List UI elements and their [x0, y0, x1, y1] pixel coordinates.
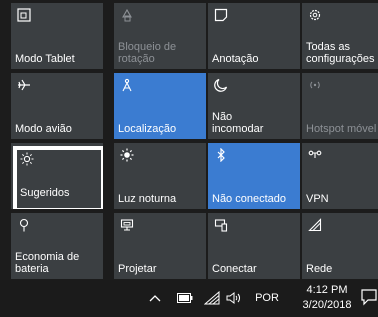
tile-mobile-hotspot[interactable]: Hotspot móvel	[302, 73, 378, 139]
tile-network[interactable]: Rede	[302, 213, 378, 279]
tablet-mode-icon	[16, 7, 32, 23]
input-language-indicator[interactable]: POR	[252, 289, 282, 307]
airplane-icon	[16, 77, 32, 93]
tile-label: VPN	[306, 193, 329, 205]
system-clock[interactable]: 4:12 PM 3/20/2018	[300, 283, 354, 313]
tile-label: Não conectado	[212, 193, 286, 205]
tile-brightness-suggested[interactable]: Sugeridos	[11, 143, 103, 209]
clock-date: 3/20/2018	[302, 299, 352, 311]
location-icon	[119, 77, 135, 93]
tile-label: Conectar	[212, 263, 257, 275]
tile-label: Todas as configurações	[306, 41, 375, 65]
tile-label: Economia de bateria	[15, 251, 80, 275]
tile-airplane-mode[interactable]: Modo avião	[11, 73, 103, 139]
notification-icon[interactable]	[360, 287, 378, 309]
taskbar: POR 4:12 PM 3/20/2018	[0, 280, 378, 317]
night-light-icon	[119, 147, 135, 163]
battery-saver-icon	[16, 217, 32, 233]
brightness-icon	[19, 151, 35, 167]
tile-project[interactable]: Projetar	[114, 213, 206, 279]
tile-label: Rede	[306, 263, 333, 275]
wifi-icon[interactable]	[203, 289, 221, 307]
tile-label: Localização	[118, 123, 177, 135]
vpn-icon	[307, 147, 323, 163]
tile-vpn[interactable]: VPN	[302, 143, 378, 209]
project-icon	[119, 217, 135, 233]
tile-location[interactable]: Localização	[114, 73, 206, 139]
tile-label: Modo Tablet	[15, 53, 75, 65]
tile-night-light[interactable]: Luz noturna	[114, 143, 206, 209]
tile-label: Projetar	[118, 263, 157, 275]
clock-time: 4:12 PM	[306, 284, 348, 296]
tile-do-not-disturb[interactable]: Não incomodar	[208, 73, 300, 139]
network-icon	[307, 217, 323, 233]
tile-label: Luz noturna	[118, 193, 177, 205]
tile-tablet-mode[interactable]: Modo Tablet	[11, 3, 103, 69]
battery-icon[interactable]	[176, 289, 194, 307]
settings-gear-icon	[307, 7, 323, 23]
tile-note[interactable]: Anotação	[208, 3, 300, 69]
tile-rotation-lock[interactable]: Bloqueio de rotação	[114, 3, 206, 69]
hotspot-icon	[307, 77, 323, 93]
tile-label: Bloqueio de rotação	[118, 41, 177, 65]
tile-label: Modo avião	[15, 123, 72, 135]
note-icon	[213, 7, 229, 23]
tile-label: Anotação	[212, 53, 259, 65]
volume-icon[interactable]	[225, 289, 243, 307]
chevron-up-icon[interactable]	[147, 289, 163, 307]
tile-label: Hotspot móvel	[306, 123, 377, 135]
bluetooth-icon	[213, 147, 229, 163]
tile-connect[interactable]: Conectar	[208, 213, 300, 279]
connect-icon	[213, 217, 229, 233]
tile-bluetooth[interactable]: Não conectado	[208, 143, 300, 209]
tile-label: Não incomodar	[212, 111, 264, 135]
rotation-lock-icon	[119, 7, 135, 23]
quick-actions-grid: Modo Tablet Bloqueio de rotação Anotação…	[0, 0, 378, 280]
moon-icon	[213, 77, 229, 93]
tile-battery-saver[interactable]: Economia de bateria	[11, 213, 103, 279]
tile-label: Sugeridos	[20, 187, 70, 199]
tile-all-settings[interactable]: Todas as configurações	[302, 3, 378, 69]
